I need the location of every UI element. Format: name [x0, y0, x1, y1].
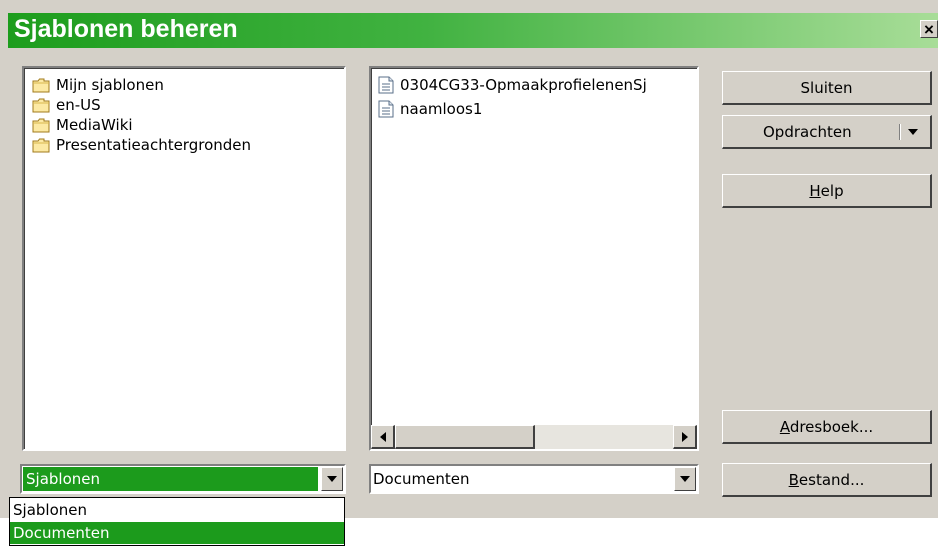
list-item[interactable]: en-US: [32, 94, 101, 116]
chevron-down-icon: [327, 476, 337, 482]
title-bar[interactable]: Sjablonen beheren ×: [8, 13, 938, 48]
list-item-label: MediaWiki: [56, 116, 133, 134]
right-combo-dropdown-button[interactable]: [674, 467, 696, 491]
left-combo-dropdown-list[interactable]: Sjablonen Documenten: [9, 497, 345, 546]
scroll-left-button[interactable]: [371, 425, 395, 449]
list-item-label: en-US: [56, 96, 101, 114]
list-item[interactable]: Mijn sjablonen: [32, 74, 164, 96]
scroll-right-button[interactable]: [673, 425, 697, 449]
list-item-label: 0304CG33-OpmaakprofielenenSj: [400, 76, 647, 94]
chevron-down-icon: [680, 476, 690, 482]
list-item[interactable]: naamloos1: [378, 98, 482, 120]
template-list[interactable]: 0304CG33-OpmaakprofielenenSj naamloos1: [369, 66, 699, 451]
dropdown-option-highlighted[interactable]: Documenten: [10, 522, 344, 544]
help-button[interactable]: Help: [722, 174, 932, 208]
folder-icon: [32, 138, 50, 152]
list-item[interactable]: MediaWiki: [32, 114, 133, 136]
list-item-label: Mijn sjablonen: [56, 76, 164, 94]
manage-templates-dialog: Sjablonen beheren × Mijn sjablonen en-US…: [0, 0, 938, 518]
list-item[interactable]: 0304CG33-OpmaakprofielenenSj: [378, 74, 647, 96]
help-accelerator: H: [809, 181, 821, 200]
addressbook-accelerator: A: [779, 417, 790, 436]
commands-separator: [899, 124, 901, 140]
file-button[interactable]: Bestand...: [722, 463, 932, 497]
right-combo-value: Documenten: [373, 470, 470, 488]
scroll-thumb[interactable]: [395, 425, 535, 449]
dialog-title: Sjablonen beheren: [14, 15, 238, 43]
template-category-list[interactable]: Mijn sjablonen en-US MediaWiki Presentat…: [22, 66, 346, 451]
folder-icon: [32, 98, 50, 112]
chevron-down-icon[interactable]: [908, 129, 918, 135]
help-button-label: Help: [809, 181, 844, 200]
list-item-label: Presentatieachtergronden: [56, 136, 252, 154]
list-item-label: naamloos1: [400, 100, 483, 118]
left-combo-dropdown-button[interactable]: [321, 467, 343, 491]
close-button-label: Sluiten: [800, 78, 853, 97]
right-source-combo[interactable]: Documenten: [369, 464, 699, 494]
dropdown-option[interactable]: Sjablonen: [10, 499, 344, 521]
folder-icon: [32, 78, 50, 92]
file-button-label: Bestand...: [788, 470, 865, 489]
close-window-button[interactable]: ×: [920, 20, 938, 39]
file-accelerator: B: [788, 470, 799, 489]
document-icon: [378, 100, 394, 118]
close-button[interactable]: Sluiten: [722, 71, 932, 105]
arrow-right-icon: [681, 431, 688, 442]
arrow-left-icon: [379, 431, 386, 442]
addressbook-button-label: Adresboek...: [779, 417, 874, 436]
left-combo-value: Sjablonen: [26, 470, 100, 488]
left-source-combo[interactable]: Sjablonen: [20, 464, 346, 494]
list-item[interactable]: Presentatieachtergronden: [32, 134, 251, 156]
commands-button[interactable]: Opdrachten: [722, 115, 932, 149]
folder-icon: [32, 118, 50, 132]
commands-button-label: Opdrachten: [763, 122, 852, 141]
horizontal-scrollbar[interactable]: [371, 425, 697, 449]
addressbook-button[interactable]: Adresboek...: [722, 410, 932, 444]
document-icon: [378, 76, 394, 94]
